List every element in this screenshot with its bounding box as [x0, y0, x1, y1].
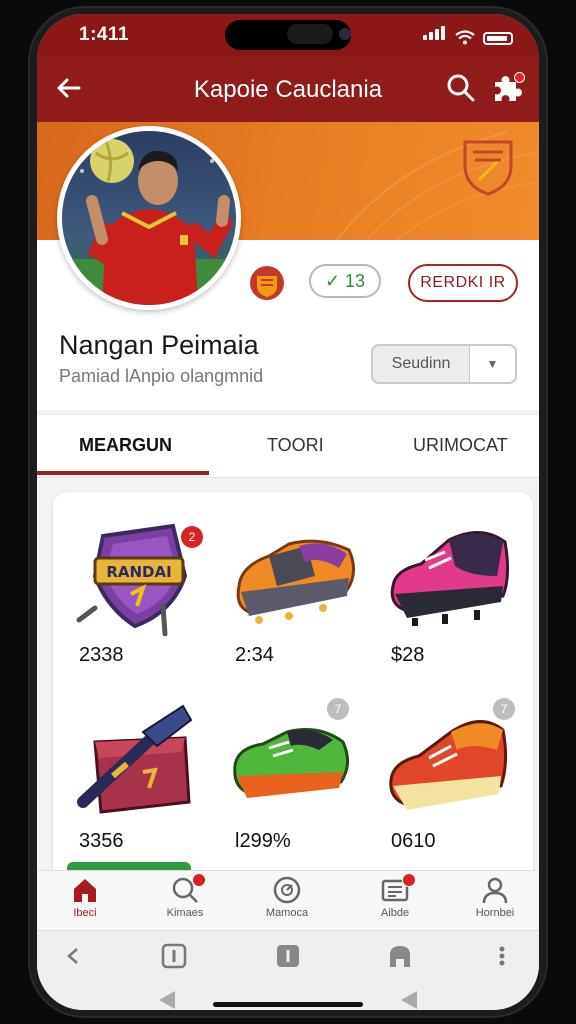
- home-indicator[interactable]: [213, 1002, 363, 1007]
- follow-button[interactable]: RERDKI IR: [408, 264, 518, 302]
- nav-label: Aibde: [380, 907, 410, 919]
- player-name: Nangan Peimaia: [59, 330, 259, 360]
- item-badge: 7: [493, 698, 515, 720]
- news-icon: [380, 873, 416, 905]
- more-options-icon[interactable]: [487, 941, 517, 971]
- sort-select[interactable]: Seudinn ▼: [371, 344, 517, 384]
- home-shortcut-icon[interactable]: [385, 941, 415, 971]
- profile-icon: [480, 875, 510, 905]
- notification-dot: [514, 72, 525, 83]
- search-icon[interactable]: [445, 72, 477, 104]
- item-price: 2338: [79, 644, 124, 666]
- share-icon[interactable]: [273, 941, 303, 971]
- tab-switcher-icon[interactable]: [159, 941, 189, 971]
- item-badge: 7: [327, 698, 349, 720]
- item-price: l299%: [235, 830, 291, 852]
- score-pill[interactable]: ✓ 13: [309, 264, 381, 298]
- home-icon: [70, 875, 100, 905]
- item-price: 2:34: [235, 644, 274, 666]
- system-bar: [37, 930, 539, 1010]
- nav-item-profile[interactable]: Hornbei: [455, 875, 535, 919]
- nav-item-home[interactable]: Ibeci: [45, 875, 125, 919]
- nav-item-news[interactable]: Aibde: [355, 873, 435, 919]
- nav-label: Ibeci: [73, 907, 97, 919]
- player-avatar[interactable]: [57, 126, 241, 310]
- search-icon: [170, 873, 206, 905]
- crest-icon: [463, 140, 513, 196]
- grid-item[interactable]: 2:34: [219, 512, 369, 682]
- tab-bar: MEARGUN TOORI URIMOCAT: [37, 414, 539, 478]
- nav-notification-dot: [192, 873, 206, 887]
- volume-icon: [401, 991, 417, 1009]
- item-badge: 2: [181, 526, 203, 548]
- team-badge-icon: [250, 266, 284, 300]
- app-screen: 1:411 Kapoie Cauclania ✓ 13 RERDKI IR Na…: [37, 14, 539, 1010]
- item-price: $28: [391, 644, 425, 666]
- items-grid: RANDAI 2 2338 2:34 $28 3356 7 l299% 7 06…: [53, 492, 533, 892]
- nav-item-search[interactable]: Kimaes: [145, 873, 225, 919]
- select-value: Seudinn: [373, 346, 470, 382]
- wifi-icon: [455, 30, 475, 45]
- nav-label: Hornbei: [475, 907, 515, 919]
- signal-icon: [423, 26, 447, 45]
- pink-sneaker-icon: [390, 531, 510, 626]
- green-shoe-icon: [233, 728, 349, 798]
- volume-down-icon: [159, 991, 175, 1009]
- nav-label: Kimaes: [166, 907, 204, 919]
- clock-icon: [272, 875, 302, 905]
- treasure-box-icon: [77, 704, 193, 814]
- dynamic-island: [225, 20, 351, 50]
- status-bar: 1:411: [37, 14, 539, 56]
- nav-item-clock[interactable]: Mamoca: [247, 875, 327, 919]
- status-time: 1:411: [79, 24, 130, 45]
- item-price: 3356: [79, 830, 124, 852]
- chevron-left-icon[interactable]: [59, 941, 89, 971]
- nav-notification-dot: [402, 873, 416, 887]
- grid-item[interactable]: RANDAI 2 2338: [63, 512, 213, 682]
- grid-item[interactable]: 7 0610: [375, 698, 525, 868]
- tab-urimocat[interactable]: URIMOCAT: [413, 435, 508, 456]
- chevron-down-icon: ▼: [470, 346, 515, 382]
- tab-toori[interactable]: TOORI: [267, 435, 324, 456]
- active-tab-indicator: [37, 471, 209, 475]
- bottom-nav: Ibeci Kimaes Mamoca Aibde Hornbei: [37, 870, 539, 931]
- red-sneaker-icon: [389, 720, 508, 810]
- app-bar: Kapoie Cauclania: [37, 56, 539, 122]
- tab-meargun[interactable]: MEARGUN: [79, 435, 172, 456]
- nav-label: Mamoca: [265, 907, 309, 919]
- battery-icon: [483, 32, 513, 45]
- grid-item[interactable]: 7 l299%: [219, 698, 369, 868]
- player-subtitle: Pamiad lAnpio olangmnid: [59, 366, 264, 386]
- shield-label: RANDAI: [106, 563, 171, 581]
- score-text: ✓ 13: [324, 271, 366, 291]
- grid-item[interactable]: $28: [375, 512, 525, 682]
- grid-item[interactable]: 3356: [63, 698, 213, 868]
- orange-boot-icon: [236, 539, 355, 624]
- item-price: 0610: [391, 830, 436, 852]
